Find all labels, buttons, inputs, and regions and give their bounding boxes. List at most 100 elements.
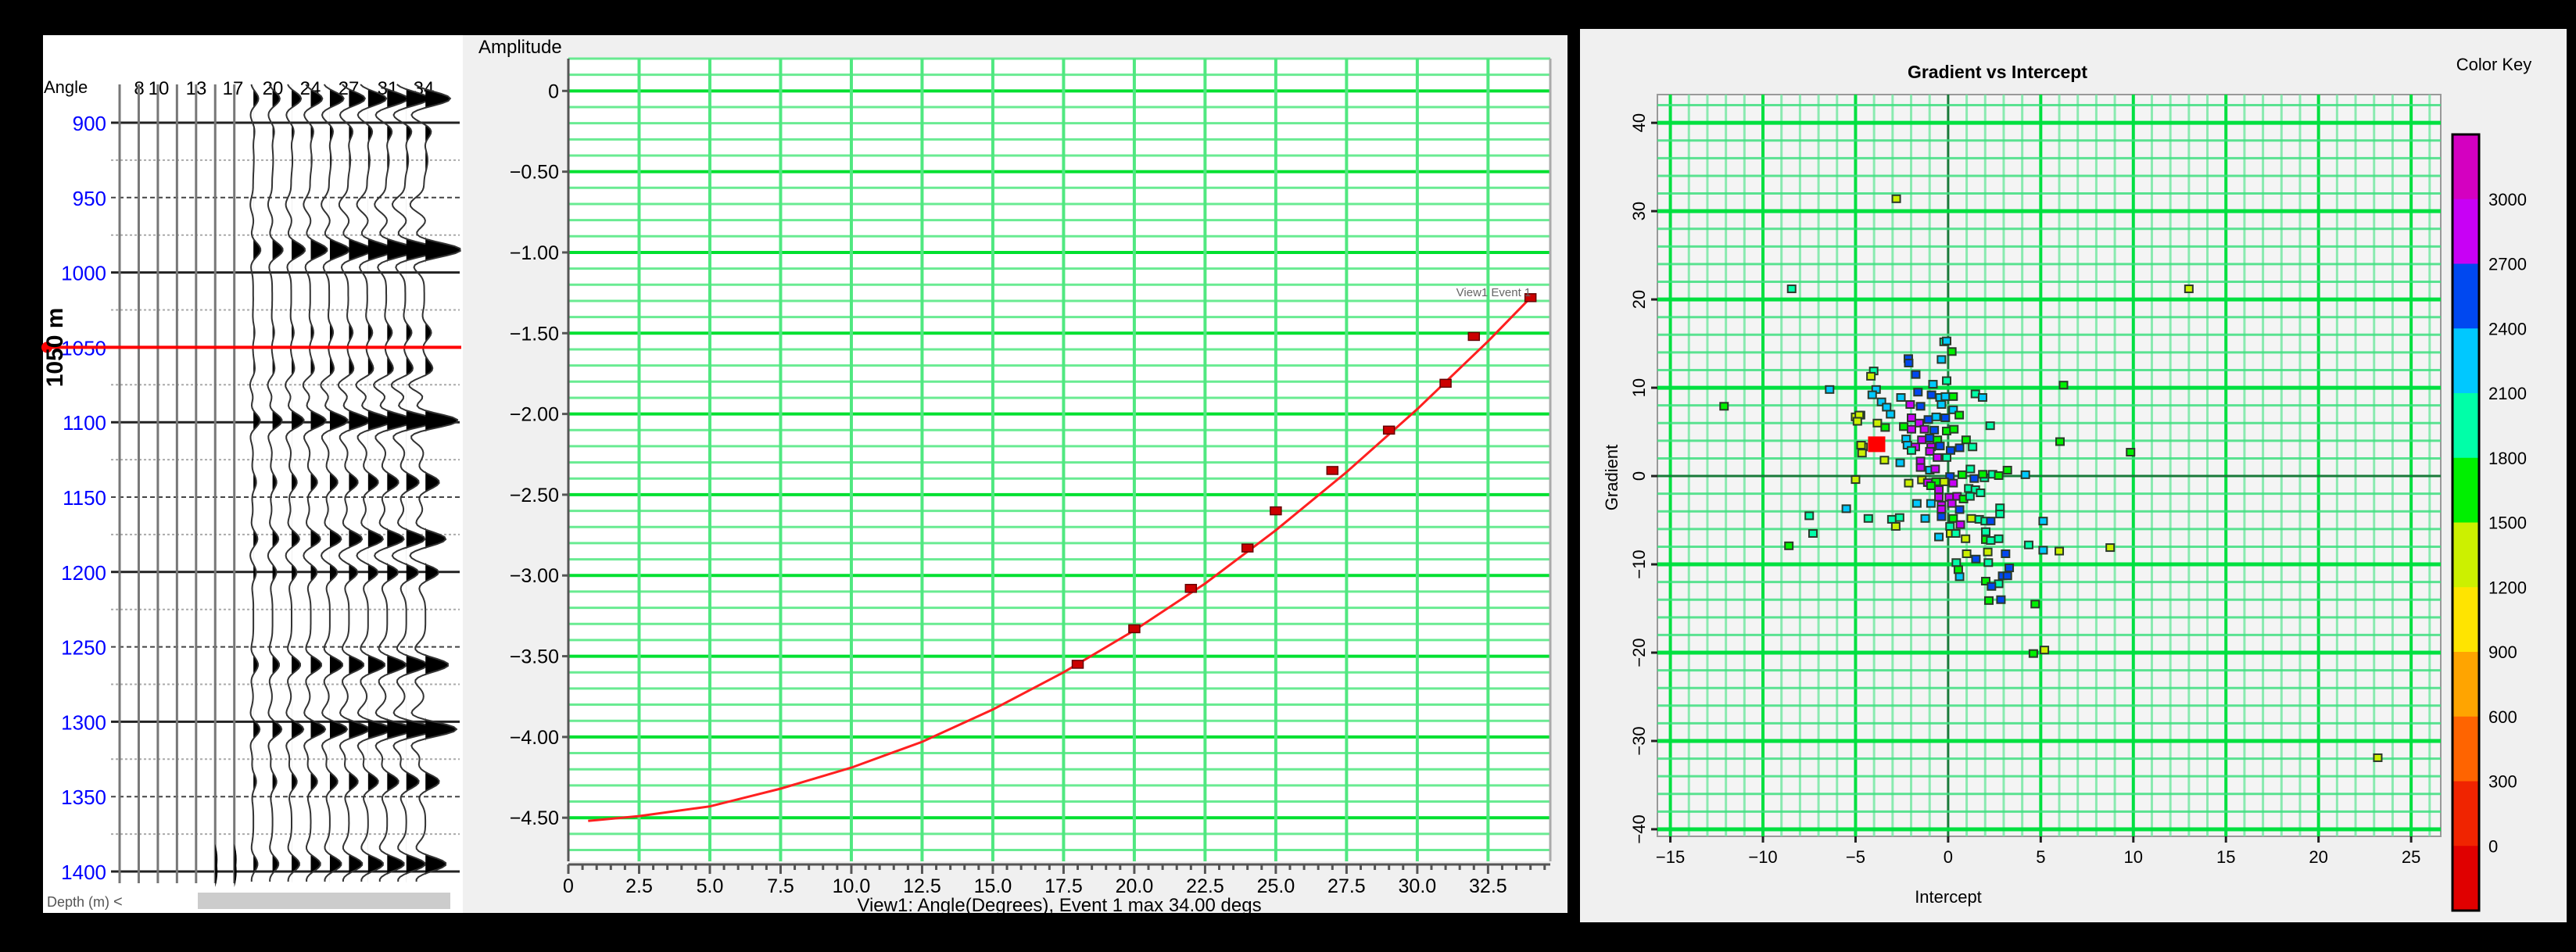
x-tick-label: 12.5	[903, 875, 941, 897]
depth-tick-label: 950	[73, 187, 106, 210]
scatter-point	[1942, 336, 1952, 345]
scatter-point	[1936, 512, 1947, 521]
scatter-point	[1976, 489, 1986, 498]
x-tick-label: 20.0	[1116, 875, 1154, 897]
scatter-point	[1945, 521, 1955, 531]
scatter-point	[1951, 528, 1961, 538]
scatter-point	[1947, 347, 1957, 356]
scatter-point	[1951, 558, 1962, 567]
color-key-band	[2452, 393, 2479, 459]
x-tick-label: 32.5	[1469, 875, 1507, 897]
x-tick-label: 7.5	[767, 875, 794, 897]
scatter-point	[2038, 546, 2048, 555]
scatter-point	[1919, 424, 1929, 434]
depth-axis-label: Depth (m)	[47, 894, 109, 910]
color-key-label: 900	[2488, 642, 2517, 662]
scatter-point	[1852, 417, 1862, 426]
y-tick-label: −1.00	[510, 242, 559, 264]
x-tick-label: −5	[1846, 847, 1865, 867]
x-axis-title: View1: Angle(Degrees), Event 1 max 34.00…	[857, 895, 1261, 916]
y-tick-label: 10	[1629, 378, 1649, 397]
scatter-point	[1947, 499, 1957, 508]
scatter-point	[1930, 464, 1940, 474]
scatter-point	[1784, 541, 1794, 550]
y-tick-label: −2.50	[510, 485, 559, 506]
scatter-point	[1891, 194, 1901, 203]
y-tick-label: 20	[1629, 290, 1649, 309]
scatter-point	[1866, 371, 1876, 381]
color-key-band	[2452, 134, 2479, 200]
scatter-point	[1986, 517, 1996, 526]
y-tick-label: −0.50	[510, 162, 559, 184]
scatter-point	[1915, 402, 1926, 411]
scatter-point	[1856, 441, 1866, 450]
scatter-point	[1940, 392, 1951, 401]
y-tick-label: −4.50	[510, 807, 559, 829]
figure: Angle 81013172024273134 9009501000105011…	[0, 0, 2576, 952]
x-axis-title: Intercept	[1915, 887, 1982, 907]
y-tick-label: 0	[1629, 471, 1649, 481]
scatter-point	[1913, 388, 1923, 397]
scatter-point	[2105, 543, 2116, 553]
depth-tick-label: 1250	[61, 636, 106, 660]
selected-point	[1868, 436, 1886, 453]
scatter-point	[1850, 475, 1861, 485]
color-key-band	[2452, 652, 2479, 718]
scatter-point	[1841, 504, 1851, 514]
scatter-point	[1977, 393, 1987, 403]
scatter-point	[1948, 392, 1958, 401]
scatter-point	[1994, 471, 2004, 480]
scatter-point	[2002, 465, 2012, 474]
crossplot-panel: Gradient vs Intercept Color Key −15 −10 −5…	[1580, 29, 2567, 922]
scatter-point	[1949, 424, 1959, 434]
scatter-point	[1971, 554, 1981, 564]
color-key-band	[2452, 587, 2479, 653]
color-key-label: 600	[2488, 707, 2517, 727]
scatter-point	[1925, 433, 1935, 442]
scatter-point	[2184, 285, 2194, 294]
scatter-point	[1926, 481, 1936, 490]
scatter-point	[1994, 534, 2004, 543]
scatter-point	[1966, 514, 1976, 523]
scatter-point	[1961, 435, 1971, 445]
scroll-left-button[interactable]: <	[113, 893, 123, 911]
scatter-point	[1920, 514, 1930, 523]
scatter-point	[1934, 485, 1944, 495]
x-tick-label: 25	[2402, 847, 2420, 867]
data-point	[1382, 425, 1395, 435]
x-tick-label: 15	[2216, 847, 2235, 867]
depth-tick-label: 1300	[61, 710, 106, 734]
depth-marker-label: 1050 m	[42, 308, 68, 388]
scatter-point	[1899, 422, 1909, 431]
scatter-point	[2038, 517, 2048, 526]
scatter-point	[1936, 355, 1947, 364]
color-key-band	[2452, 263, 2479, 329]
scatter-point	[1905, 400, 1915, 410]
plot-area	[1657, 94, 2442, 837]
depth-tick-label: 1400	[61, 861, 106, 884]
scatter-point	[2373, 753, 2383, 762]
scatter-point	[1882, 403, 1892, 412]
scatter-point	[1954, 443, 1965, 453]
color-key-label: 2400	[2488, 319, 2527, 338]
scatter-point	[1894, 513, 1904, 522]
x-tick-label: 20	[2309, 847, 2327, 867]
data-point	[1467, 331, 1481, 342]
y-tick-label: −20	[1629, 638, 1649, 667]
x-tick-label: 10	[2124, 847, 2143, 867]
scatter-point	[1934, 532, 1944, 542]
scatter-point	[1936, 504, 1947, 514]
scatter-point	[1928, 380, 1938, 389]
y-tick-label: 40	[1629, 113, 1649, 132]
scatter-point	[1786, 285, 1797, 294]
scatter-point	[1962, 549, 1972, 558]
angle-label: Angle	[44, 77, 88, 97]
horizontal-scrollbar-thumb[interactable]	[198, 893, 450, 909]
scatter-point	[1985, 421, 1995, 431]
scatter-point	[1886, 410, 1896, 419]
y-tick-label: −10	[1629, 549, 1649, 578]
scatter-point	[1931, 412, 1941, 421]
x-tick-label: 0	[563, 875, 574, 897]
y-axis-title: Gradient	[1602, 445, 1621, 510]
scatter-point	[1957, 470, 1967, 479]
